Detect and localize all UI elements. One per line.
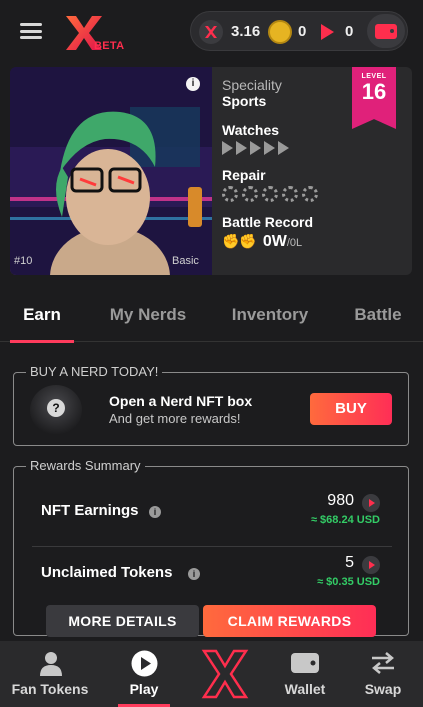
gear-icon [262, 186, 278, 202]
nft-rarity-label: Basic [172, 255, 199, 267]
reward-value: 980 [327, 492, 354, 509]
coin-icon [268, 20, 292, 44]
reward-row-nft-earnings: NFT Earnings i 980 ≈ $68.24 USD [14, 486, 408, 546]
buy-nerd-section: BUY A NERD TODAY! ? Open a Nerd NFT box … [13, 364, 409, 446]
gear-icon [302, 186, 318, 202]
speciality-label: Speciality [222, 77, 282, 93]
menu-icon[interactable] [20, 23, 42, 39]
speciality-value: Sports [222, 93, 267, 109]
more-details-button[interactable]: MORE DETAILS [46, 605, 199, 637]
swap-arrows-icon [372, 652, 394, 674]
top-bar: BETA 3.16 0 0 [0, 0, 423, 64]
level-value: 16 [361, 79, 387, 104]
watch-arrow-icon [222, 141, 233, 155]
mystery-nerd-avatar: ? [30, 385, 82, 435]
reward-value: 5 [345, 554, 354, 571]
nft-stats: Speciality Sports Watches Repair Battle … [222, 77, 318, 251]
play-circle-icon [131, 650, 158, 677]
level-badge: LEVEL 16 [352, 67, 396, 129]
play-token-icon [362, 494, 380, 512]
tab-inventory[interactable]: Inventory [220, 288, 320, 342]
divider [32, 546, 392, 547]
buy-button[interactable]: BUY [310, 393, 392, 425]
rewards-legend: Rewards Summary [26, 458, 145, 473]
watch-arrow-icon [250, 141, 261, 155]
info-icon[interactable]: i [188, 568, 200, 580]
reward-usd: ≈ $0.35 USD [317, 576, 380, 588]
buy-subtitle: And get more rewards! [109, 411, 241, 426]
reward-usd: ≈ $68.24 USD [310, 514, 380, 526]
nav-label: Play [129, 681, 159, 697]
x-token-balance: 3.16 [231, 23, 261, 40]
coin-balance: 0 [298, 23, 307, 40]
wallet-icon [375, 23, 397, 39]
play-token-icon [362, 556, 380, 574]
person-icon [40, 652, 62, 676]
beta-label: BETA [94, 40, 125, 52]
claim-rewards-button[interactable]: CLAIM REWARDS [203, 605, 376, 637]
question-icon: ? [47, 399, 65, 417]
nft-image[interactable]: i #10 Basic [10, 67, 212, 275]
buy-legend: BUY A NERD TODAY! [26, 364, 163, 379]
nav-play[interactable]: Play [108, 641, 180, 707]
nft-number: #10 [14, 255, 33, 267]
battle-gloves-icon: ✊✊ [222, 233, 257, 249]
repair-indicator [222, 186, 318, 202]
bottom-nav: Fan Tokens Play Wallet Swap [0, 641, 423, 707]
battle-record: ✊✊ 0W/0L [222, 233, 318, 251]
tab-earn[interactable]: Earn [10, 288, 74, 343]
nav-label: Fan Tokens [11, 681, 89, 697]
tab-my-nerds[interactable]: My Nerds [98, 288, 198, 342]
info-icon[interactable]: i [149, 506, 161, 518]
x-token-icon [199, 20, 223, 44]
gear-icon [222, 186, 238, 202]
play-token-balance: 0 [345, 23, 354, 40]
info-icon[interactable]: i [186, 77, 200, 91]
reward-label: NFT Earnings [41, 502, 139, 519]
gear-icon [242, 186, 258, 202]
nav-label: Swap [364, 681, 402, 697]
tab-battle[interactable]: Battle [340, 288, 416, 342]
reward-row-unclaimed-tokens: Unclaimed Tokens i 5 ≈ $0.35 USD [14, 548, 408, 608]
wallet-button[interactable] [367, 14, 405, 48]
watch-arrow-icon [264, 141, 275, 155]
play-token-icon [321, 24, 334, 40]
watch-arrow-icon [236, 141, 247, 155]
buy-title: Open a Nerd NFT box [109, 393, 253, 409]
repair-label: Repair [222, 167, 266, 183]
nav-fan-tokens[interactable]: Fan Tokens [0, 641, 100, 707]
watches-indicator [222, 141, 318, 155]
watch-arrow-icon [278, 141, 289, 155]
nav-label: Wallet [284, 681, 326, 697]
tab-bar: Earn My Nerds Inventory Battle [0, 288, 423, 343]
gear-icon [282, 186, 298, 202]
balance-bar: 3.16 0 0 [190, 11, 408, 51]
reward-label: Unclaimed Tokens [41, 564, 173, 581]
nft-card: i #10 Basic Speciality Sports Watches Re… [10, 67, 412, 275]
battle-losses: /0L [286, 237, 303, 249]
wallet-icon [291, 653, 319, 673]
battle-record-label: Battle Record [222, 214, 314, 230]
nav-wallet[interactable]: Wallet [270, 641, 340, 707]
nav-swap[interactable]: Swap [350, 641, 416, 707]
watches-label: Watches [222, 122, 280, 138]
battle-wins: 0W [262, 233, 287, 250]
x-logo-icon [201, 649, 249, 699]
nav-home-logo[interactable] [190, 641, 260, 707]
